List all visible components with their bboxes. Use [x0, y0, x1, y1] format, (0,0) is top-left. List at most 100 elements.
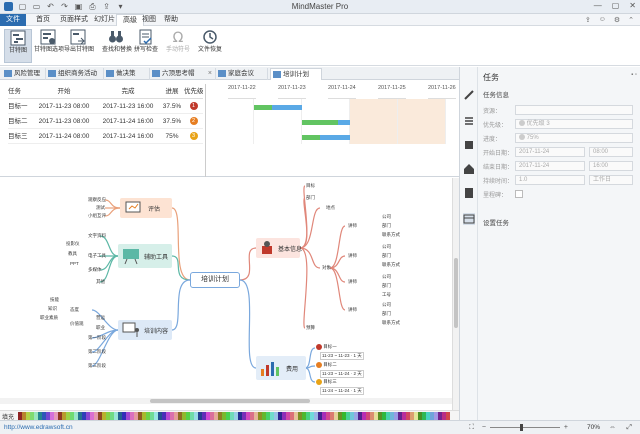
maximize-icon[interactable]: ▢	[612, 1, 620, 10]
export-down-icon[interactable]	[463, 187, 475, 199]
fullscreen-icon[interactable]: ⤢	[626, 424, 632, 432]
progress-select[interactable]: 75%	[515, 133, 633, 143]
leaf-topic[interactable]: 公司	[382, 302, 391, 308]
canvas-horizontal-scrollbar[interactable]	[0, 398, 452, 404]
leaf-topic[interactable]: 目标	[306, 183, 315, 189]
tab-close-icon[interactable]: ×	[208, 68, 212, 80]
gantt-bar-done[interactable]	[302, 135, 320, 140]
column-header-progress[interactable]: 进展	[160, 84, 184, 98]
menu-help[interactable]: 帮助	[158, 14, 184, 26]
leaf-topic[interactable]: 职业素质	[40, 315, 58, 321]
leaf-topic[interactable]: 联系方式	[382, 232, 400, 238]
gantt-bar-remaining[interactable]	[320, 135, 350, 140]
close-icon[interactable]: ✕	[629, 1, 636, 10]
user-icon[interactable]: ☺	[599, 16, 606, 24]
gantt-row[interactable]: 目标三 2017-11-24 08:00 2017-11-24 16:00 75…	[8, 129, 203, 144]
manual-symbol-button[interactable]: Ω 手动符号	[164, 29, 192, 63]
website-link[interactable]: http://www.edrawsoft.cn	[4, 424, 73, 431]
leaf-topic[interactable]: 公司	[382, 274, 391, 280]
leaf-topic[interactable]: 第一阶段	[88, 335, 106, 341]
tab-family-meeting[interactable]: 家庭会议	[216, 68, 268, 80]
leaf-topic[interactable]: 营运	[96, 315, 105, 321]
zoom-slider-knob[interactable]	[520, 424, 523, 431]
zoom-out-icon[interactable]: −	[482, 424, 486, 431]
color-swatch[interactable]	[446, 412, 450, 420]
tab-six-hats[interactable]: 六顶思考帽 ×	[150, 68, 216, 80]
leaf-topic[interactable]: 电子工具	[88, 253, 106, 259]
leaf-topic[interactable]: 公司	[382, 244, 391, 250]
gantt-bar-done[interactable]	[254, 105, 272, 110]
leaf-topic[interactable]: 部门	[382, 283, 391, 289]
leaf-topic[interactable]: 态度	[70, 307, 79, 313]
start-time-input[interactable]: 08:00	[589, 147, 633, 157]
leaf-topic[interactable]: 预算	[306, 325, 315, 331]
branch-tools[interactable]: 辅助工具	[118, 244, 172, 268]
collapse-ribbon-icon[interactable]: ⌃	[628, 16, 634, 24]
leaf-topic[interactable]: 公司	[382, 214, 391, 220]
gantt-button[interactable]: 甘特图	[4, 29, 32, 63]
end-date-input[interactable]: 2017-11-24	[515, 161, 585, 171]
find-replace-button[interactable]: 查找和替换	[102, 29, 132, 63]
budget-item[interactable]: 目标二	[316, 362, 337, 368]
leaf-topic[interactable]: 价值观	[70, 321, 84, 327]
duration-input[interactable]: 1.0	[515, 175, 585, 185]
scrollbar-thumb[interactable]	[454, 258, 458, 328]
tab-business-event[interactable]: 组织商务活动	[46, 68, 104, 80]
leaf-topic[interactable]: 知识	[48, 306, 57, 312]
leaf-topic[interactable]: 技能	[50, 297, 59, 303]
tab-decision[interactable]: 做决策	[104, 68, 150, 80]
branch-evaluation[interactable]: 评估	[120, 198, 172, 218]
minimize-icon[interactable]: —	[594, 1, 602, 10]
leaf-topic[interactable]: 职业	[96, 325, 105, 331]
leaf-topic[interactable]: 地点	[326, 205, 335, 211]
column-header-priority[interactable]: 优先级	[184, 84, 203, 98]
settings-icon[interactable]: ⚙	[614, 16, 620, 24]
gantt-row[interactable]: 目标二 2017-11-23 08:00 2017-11-24 16:00 37…	[8, 114, 203, 129]
budget-item[interactable]: 目标三	[316, 379, 337, 385]
gantt-bar-remaining[interactable]	[272, 105, 302, 110]
fit-page-icon[interactable]: ⛶	[469, 424, 474, 432]
leaf-topic[interactable]: 联系方式	[382, 262, 400, 268]
tab-training-plan[interactable]: 培训计划	[270, 68, 322, 80]
column-header-task[interactable]: 任务	[8, 84, 32, 98]
leaf-topic[interactable]: PPT	[70, 261, 79, 266]
zoom-in-icon[interactable]: +	[564, 424, 568, 431]
gantt-row[interactable]: 目标一 2017-11-23 08:00 2017-11-23 16:00 37…	[8, 99, 203, 114]
scrollbar-thumb[interactable]	[150, 399, 310, 403]
home-icon[interactable]	[463, 163, 475, 175]
gantt-options-button[interactable]: 甘特图选项	[34, 29, 64, 63]
spellcheck-button[interactable]: 拼写检查	[132, 29, 160, 63]
milestone-checkbox[interactable]	[515, 190, 523, 198]
panel-pin-icon[interactable]: ▪ ▫	[631, 72, 637, 78]
leaf-topic[interactable]: 其他	[96, 279, 105, 285]
style-brush-icon[interactable]	[463, 89, 475, 101]
column-header-end[interactable]: 完成	[96, 84, 160, 98]
leaf-topic[interactable]: 测试	[96, 205, 105, 211]
canvas-vertical-scrollbar[interactable]	[452, 178, 459, 410]
branch-basic-info[interactable]: 基本信息	[256, 238, 302, 258]
leaf-topic[interactable]: 文字资料	[88, 233, 106, 239]
leaf-topic[interactable]: 第三阶段	[88, 363, 106, 369]
leaf-topic[interactable]: 部门	[306, 195, 315, 201]
leaf-topic[interactable]: 部门	[382, 223, 391, 229]
leaf-topic[interactable]: 部门	[382, 253, 391, 259]
leaf-topic[interactable]: 讲师	[348, 279, 357, 285]
clipart-icon[interactable]	[463, 139, 475, 151]
start-date-input[interactable]: 2017-11-24	[515, 147, 585, 157]
gantt-bar-remaining[interactable]	[338, 120, 350, 125]
leaf-topic[interactable]: 多媒体	[88, 267, 102, 273]
leaf-topic[interactable]: 对象	[322, 265, 331, 271]
leaf-topic[interactable]: 讲师	[348, 253, 357, 259]
mindmap-canvas[interactable]: 培训计划 评估 辅助工具 培训内容 基本信息 费用 观察反应 测试 小组互评 投…	[0, 178, 452, 410]
leaf-topic[interactable]: 部门	[382, 311, 391, 317]
export-gantt-button[interactable]: 导出甘特图	[64, 29, 94, 63]
resource-input[interactable]	[515, 105, 633, 115]
menu-file[interactable]: 文件	[0, 14, 26, 26]
leaf-topic[interactable]: 讲师	[348, 307, 357, 313]
leaf-topic[interactable]: 讲师	[348, 223, 357, 229]
leaf-topic[interactable]: 观察反应	[88, 197, 106, 203]
menu-home[interactable]: 首页	[30, 14, 56, 26]
leaf-topic[interactable]: 工号	[382, 292, 391, 298]
central-topic[interactable]: 培训计划	[190, 272, 240, 288]
file-restore-button[interactable]: 文件恢复	[196, 29, 224, 63]
